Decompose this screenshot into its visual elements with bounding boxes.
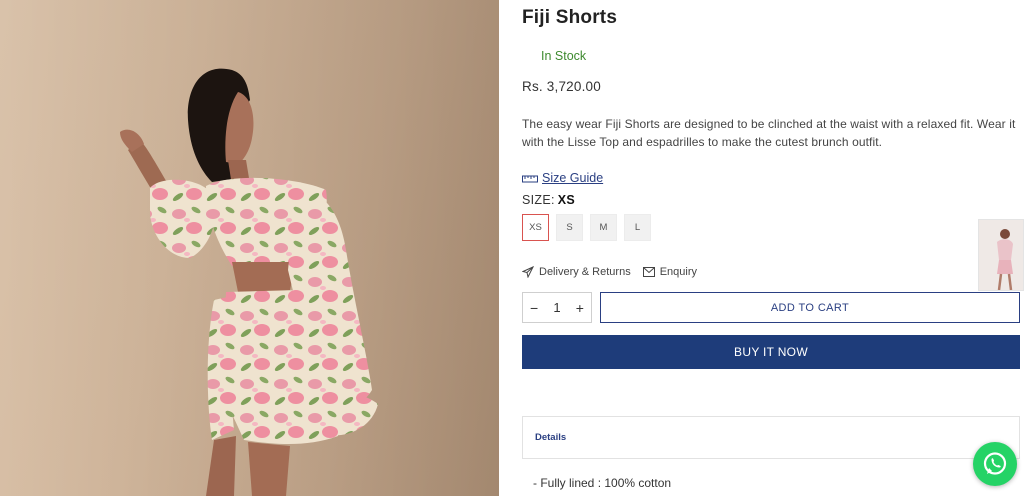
- quantity-value[interactable]: 1: [553, 300, 560, 315]
- product-photo[interactable]: [0, 0, 499, 496]
- whatsapp-icon: [983, 452, 1007, 475]
- size-label-text: SIZE:: [522, 193, 555, 207]
- quantity-stepper: − 1 +: [522, 292, 592, 323]
- size-option-s[interactable]: S: [556, 214, 583, 241]
- product-description: The easy wear Fiji Shorts are designed t…: [522, 117, 1016, 149]
- size-options: XS S M L: [522, 214, 651, 241]
- product-price: Rs. 3,720.00: [522, 79, 601, 94]
- ruler-icon: [522, 175, 538, 183]
- enquiry-link[interactable]: Enquiry: [642, 266, 697, 278]
- size-guide-link[interactable]: Size Guide: [522, 171, 603, 185]
- whatsapp-button[interactable]: [973, 442, 1017, 486]
- paper-plane-icon: [522, 266, 534, 278]
- size-option-xs[interactable]: XS: [522, 214, 549, 241]
- product-title: Fiji Shorts: [522, 7, 618, 28]
- quantity-decrease-button[interactable]: −: [530, 300, 538, 316]
- envelope-icon: [642, 267, 655, 277]
- size-label: SIZE: XS: [522, 193, 575, 207]
- size-guide-label: Size Guide: [542, 171, 604, 185]
- selected-size: XS: [557, 193, 576, 207]
- size-option-m[interactable]: M: [590, 214, 617, 241]
- delivery-returns-link[interactable]: Delivery & Returns: [522, 266, 631, 278]
- add-to-cart-button[interactable]: ADD TO CART: [600, 292, 1020, 323]
- info-links: Delivery & Returns Enquiry: [522, 266, 709, 278]
- product-info: Fiji Shorts In Stock Rs. 3,720.00 The ea…: [522, 0, 1020, 496]
- product-illustration: [0, 0, 499, 496]
- details-accordion[interactable]: Details: [522, 416, 1020, 459]
- stock-status: In Stock: [541, 49, 587, 63]
- delivery-returns-label: Delivery & Returns: [539, 266, 631, 278]
- thumbnail-image: [979, 220, 1023, 290]
- quantity-increase-button[interactable]: +: [576, 300, 584, 316]
- fabric-detail: - Fully lined : 100% cotton: [533, 476, 672, 490]
- size-option-l[interactable]: L: [624, 214, 651, 241]
- side-thumbnail[interactable]: [978, 219, 1024, 291]
- enquiry-label: Enquiry: [659, 266, 697, 278]
- buy-now-button[interactable]: BUY IT NOW: [522, 335, 1020, 369]
